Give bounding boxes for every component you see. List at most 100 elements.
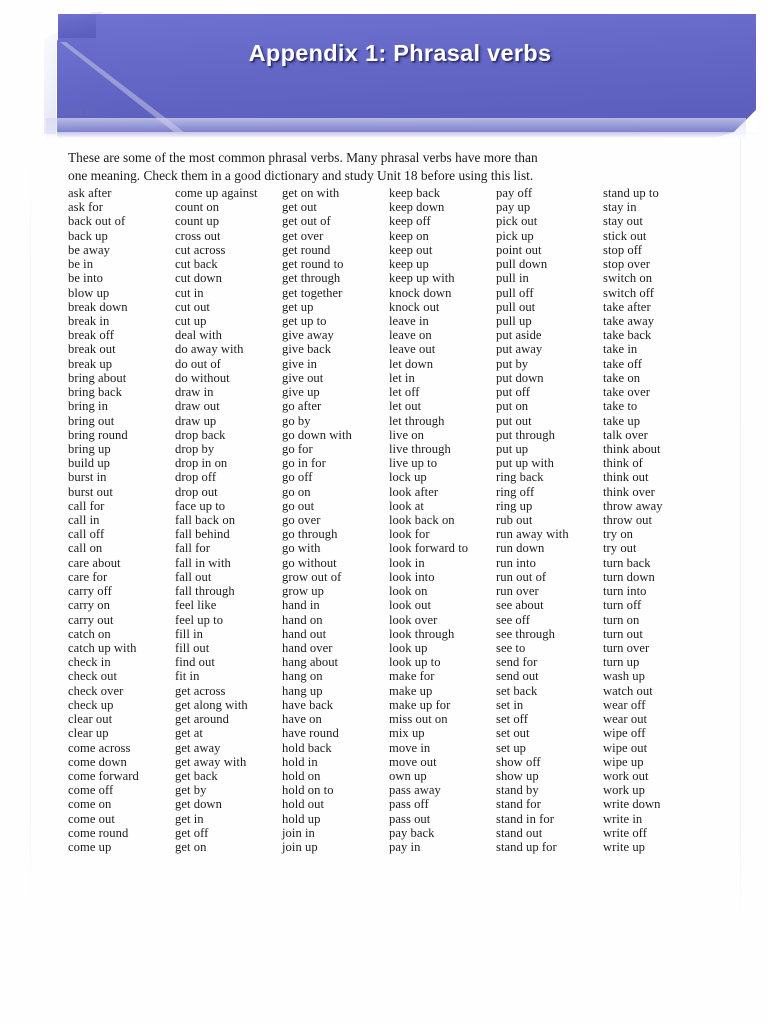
verb-entry: stay out — [603, 214, 643, 229]
verb-entry: take over — [603, 385, 650, 400]
verb-entry: go off — [282, 470, 313, 485]
verb-entry: switch off — [603, 285, 654, 300]
verb-entry: try on — [603, 527, 634, 542]
verb-entry: hang on — [282, 669, 323, 684]
verb-entry: let down — [389, 356, 434, 371]
verb-entry: pull down — [496, 257, 548, 272]
verb-entry: build up — [68, 456, 111, 471]
verb-entry: pay in — [389, 840, 421, 855]
verb-entry: see to — [496, 641, 526, 655]
verb-entry: get around — [175, 712, 230, 727]
verb-entry: set off — [496, 712, 528, 727]
verb-entry: come forward — [68, 768, 139, 783]
verb-entry: pass away — [389, 783, 441, 798]
verb-entry: miss out on — [389, 712, 448, 727]
verb-column-1: ask after ask for back out of back up be awa… — [68, 186, 175, 854]
verb-entry: give up — [282, 385, 320, 400]
verb-entry: stick out — [603, 228, 647, 243]
verb-entry: look forward to — [389, 541, 469, 556]
verb-entry: leave out — [389, 342, 436, 357]
verb-entry: get together — [282, 285, 343, 300]
verb-entry: bring round — [68, 427, 128, 442]
verb-entry: call off — [68, 527, 105, 542]
verb-entry: show up — [496, 768, 539, 783]
verb-entry: keep up — [389, 257, 429, 272]
verb-entry: own up — [389, 768, 427, 783]
verb-entry: stop over — [603, 257, 650, 272]
verb-entry: fall through — [175, 584, 235, 599]
verb-entry: see off — [496, 612, 531, 627]
verb-entry: run out of — [496, 569, 547, 584]
verb-entry: ask after — [68, 186, 112, 200]
verb-entry: move out — [389, 754, 437, 769]
verb-entry: get on with — [282, 186, 340, 200]
verb-entry: get in — [175, 811, 204, 826]
verb-entry: make up for — [389, 697, 451, 712]
verb-entry: call in — [68, 513, 100, 528]
verb-entry: stand in for — [496, 811, 554, 826]
verb-entry: put off — [496, 385, 531, 400]
verb-entry: drop in on — [175, 456, 228, 471]
verb-entry: come up against — [175, 186, 258, 200]
verb-entry: go in for — [282, 456, 326, 471]
verb-entry: hold back — [282, 740, 332, 755]
phrasal-verb-table: ask after ask for back out of back up be awa… — [68, 186, 728, 854]
verb-entry: draw in — [175, 385, 214, 400]
verb-entry: go for — [282, 441, 313, 456]
verb-entry: go without — [282, 555, 337, 570]
verb-entry: stand up to — [603, 186, 659, 200]
verb-entry: ring up — [496, 498, 533, 513]
verb-entry: bring about — [68, 370, 127, 385]
verb-entry: look in — [389, 555, 425, 570]
verb-entry: let in — [389, 370, 415, 385]
verb-entry: run away with — [496, 527, 569, 542]
verb-entry: drop off — [175, 470, 217, 485]
verb-entry: go with — [282, 541, 321, 556]
verb-entry: take on — [603, 370, 641, 385]
verb-entry: stand by — [496, 783, 539, 798]
verb-entry: set up — [496, 740, 527, 755]
verb-entry: pick out — [496, 214, 538, 229]
verb-entry: come round — [68, 825, 129, 840]
verb-entry: join up — [282, 840, 318, 855]
verb-entry: hold out — [282, 797, 325, 812]
verb-entry: wipe off — [603, 726, 646, 741]
verb-entry: move in — [389, 740, 431, 755]
verb-entry: come across — [68, 740, 131, 755]
verb-entry: be in — [68, 257, 94, 272]
verb-entry: hold up — [282, 811, 321, 826]
verb-entry: take away — [603, 313, 655, 328]
verb-entry: face up to — [175, 498, 226, 513]
verb-entry: send for — [496, 655, 538, 670]
verb-entry: go through — [282, 527, 338, 542]
verb-entry: get at — [175, 726, 203, 741]
verb-entry: get over — [282, 228, 324, 243]
verb-entry: pass off — [389, 797, 429, 812]
verb-entry: come up — [68, 840, 112, 855]
verb-entry: think of — [603, 456, 643, 471]
verb-entry: watch out — [603, 683, 653, 698]
verb-entry: look back on — [389, 513, 455, 528]
verb-entry: set out — [496, 726, 530, 741]
verb-entry: pull in — [496, 271, 529, 286]
verb-entry: leave on — [389, 328, 432, 343]
verb-entry: think out — [603, 470, 649, 485]
verb-entry: wipe up — [603, 754, 644, 769]
verb-entry: live through — [389, 441, 451, 456]
verb-entry: call for — [68, 498, 105, 513]
verb-entry: draw up — [175, 413, 217, 428]
verb-entry: break in — [68, 313, 110, 328]
verb-entry: hold in — [282, 754, 318, 769]
verb-entry: draw out — [175, 399, 220, 414]
verb-entry: wear off — [603, 697, 646, 712]
verb-entry: cut in — [175, 285, 204, 300]
verb-entry: get along with — [175, 697, 248, 712]
verb-entry: live up to — [389, 456, 438, 471]
verb-entry: break down — [68, 299, 128, 314]
verb-entry: throw away — [603, 498, 663, 513]
verb-entry: keep back — [389, 186, 441, 200]
verb-entry: drop back — [175, 427, 226, 442]
verb-entry: get through — [282, 271, 341, 286]
verb-entry: put aside — [496, 328, 542, 343]
verb-entry: pass out — [389, 811, 431, 826]
